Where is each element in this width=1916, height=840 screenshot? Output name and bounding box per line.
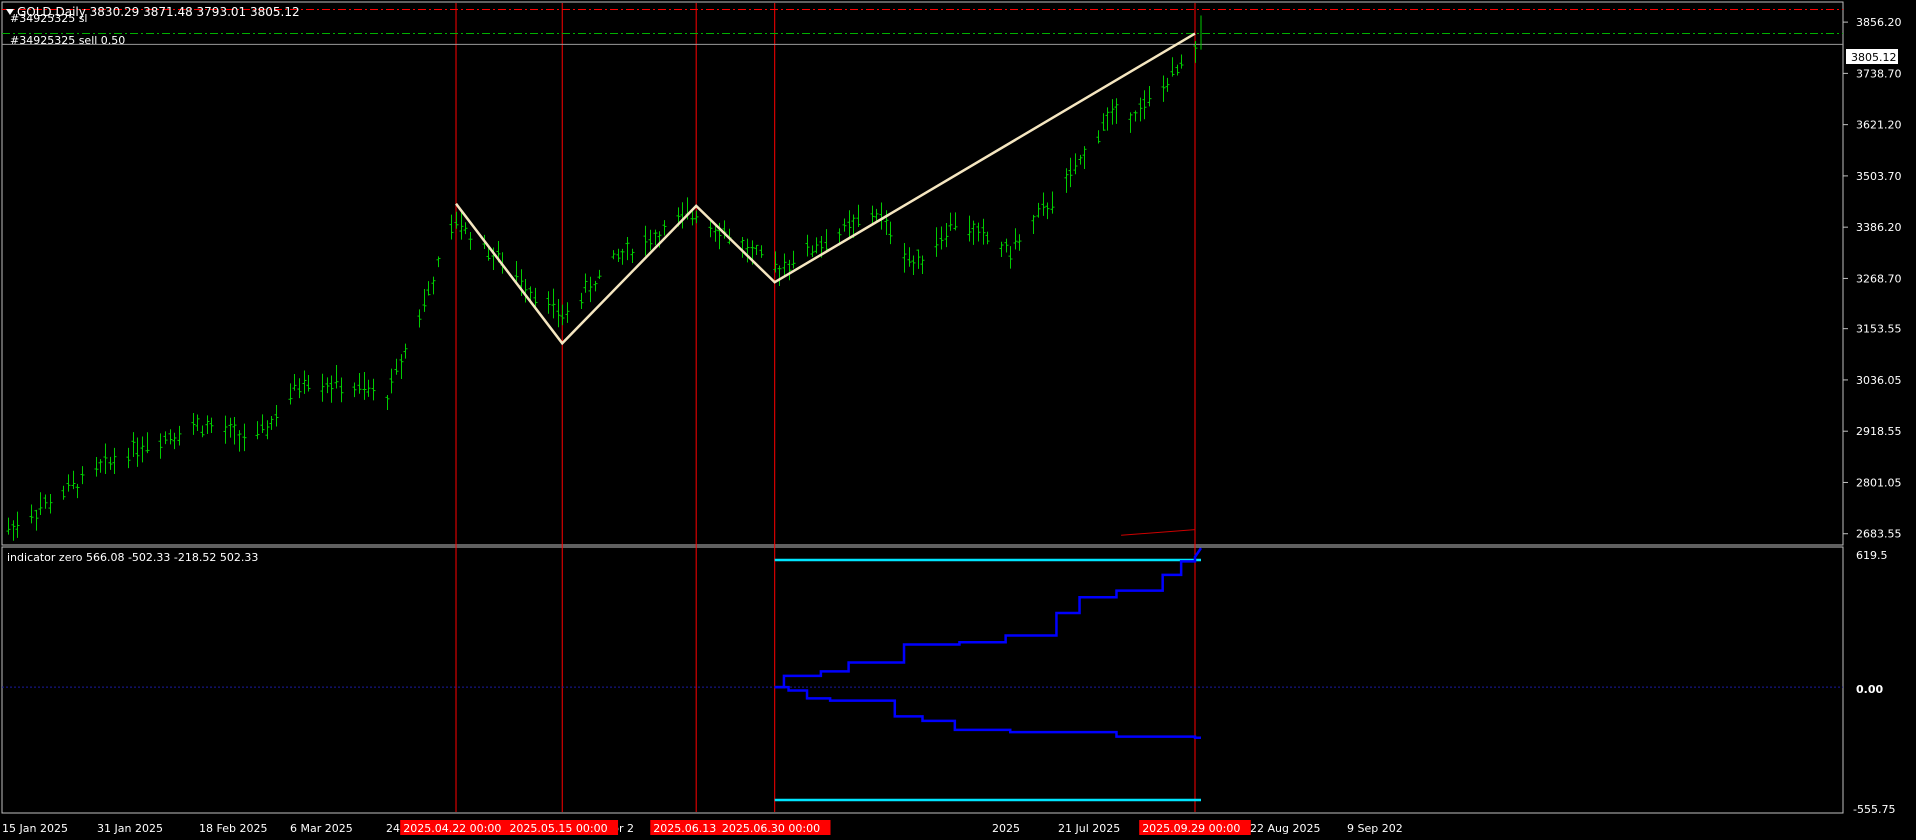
order-sell-label: #34925325 sell 0.50 <box>10 34 125 47</box>
vline-date-label: 2025.09.29 00:00 <box>1142 822 1240 835</box>
time-axis-label: 9 Sep 202 <box>1347 822 1403 835</box>
time-axis-label: 18 Feb 2025 <box>199 822 267 835</box>
order-sl-label: #34925325 sl <box>10 12 88 25</box>
indicator-frame <box>1 546 1844 814</box>
current-price-value: 3805.12 <box>1851 51 1897 64</box>
trend-fragment <box>1121 529 1196 536</box>
vline-date-label: 2025.04.22 00:00 <box>403 822 501 835</box>
indicator-series <box>774 547 1203 689</box>
price-tick-label: 2801.05 <box>1856 476 1902 489</box>
chart-canvas: 3856.20 3738.70 3621.20 3503.70 3386.20 3268.… <box>1 1 1902 835</box>
time-axis-label: 15 Jan 2025 <box>2 822 68 835</box>
price-axis: 3856.20 3738.70 3621.20 3503.70 3386.20 3268.… <box>1843 16 1902 541</box>
time-axis-label: 31 Jan 2025 <box>97 822 163 835</box>
indicator-title: indicator zero 566.08 -502.33 -218.52 50… <box>7 551 258 564</box>
price-tick-label: 3153.55 <box>1856 323 1902 336</box>
zigzag-lines <box>455 32 1196 536</box>
price-tick-label: 3036.05 <box>1856 374 1902 387</box>
ind-tick-bottom: -555.75 <box>1853 803 1895 816</box>
horizontal-lines <box>2 9 1843 688</box>
price-tick-label: 3738.70 <box>1856 67 1902 80</box>
ind-tick-top: 619.5 <box>1856 549 1888 562</box>
time-axis: 15 Jan 2025 31 Jan 2025 18 Feb 2025 6 Mar 2… <box>2 820 1403 835</box>
price-tick-label: 3386.20 <box>1856 221 1902 234</box>
price-tick-label: 3621.20 <box>1856 119 1902 132</box>
time-axis-label: 22 Aug 2025 <box>1250 822 1320 835</box>
price-tick-label: 3856.20 <box>1856 16 1902 29</box>
price-tick-label: 2683.55 <box>1856 528 1902 541</box>
time-axis-label: 6 Mar 2025 <box>290 822 353 835</box>
price-tick-label: 3503.70 <box>1856 170 1902 183</box>
time-axis-label: 2025 <box>992 822 1020 835</box>
zigzag-line <box>455 32 1196 346</box>
price-tick-label: 2918.55 <box>1856 425 1902 438</box>
vertical-lines <box>455 3 1196 812</box>
price-tick-label: 3268.70 <box>1856 272 1902 285</box>
time-axis-label: 21 Jul 2025 <box>1058 822 1120 835</box>
price-bars <box>6 15 1202 541</box>
ind-tick-zero: 0.00 <box>1856 683 1883 696</box>
indicator-lines <box>774 547 1203 802</box>
indicator-series <box>774 685 1201 739</box>
vline-date-label: 2025.06.30 00:00 <box>722 822 820 835</box>
vline-date-label: 2025.05.15 00:00 <box>509 822 607 835</box>
